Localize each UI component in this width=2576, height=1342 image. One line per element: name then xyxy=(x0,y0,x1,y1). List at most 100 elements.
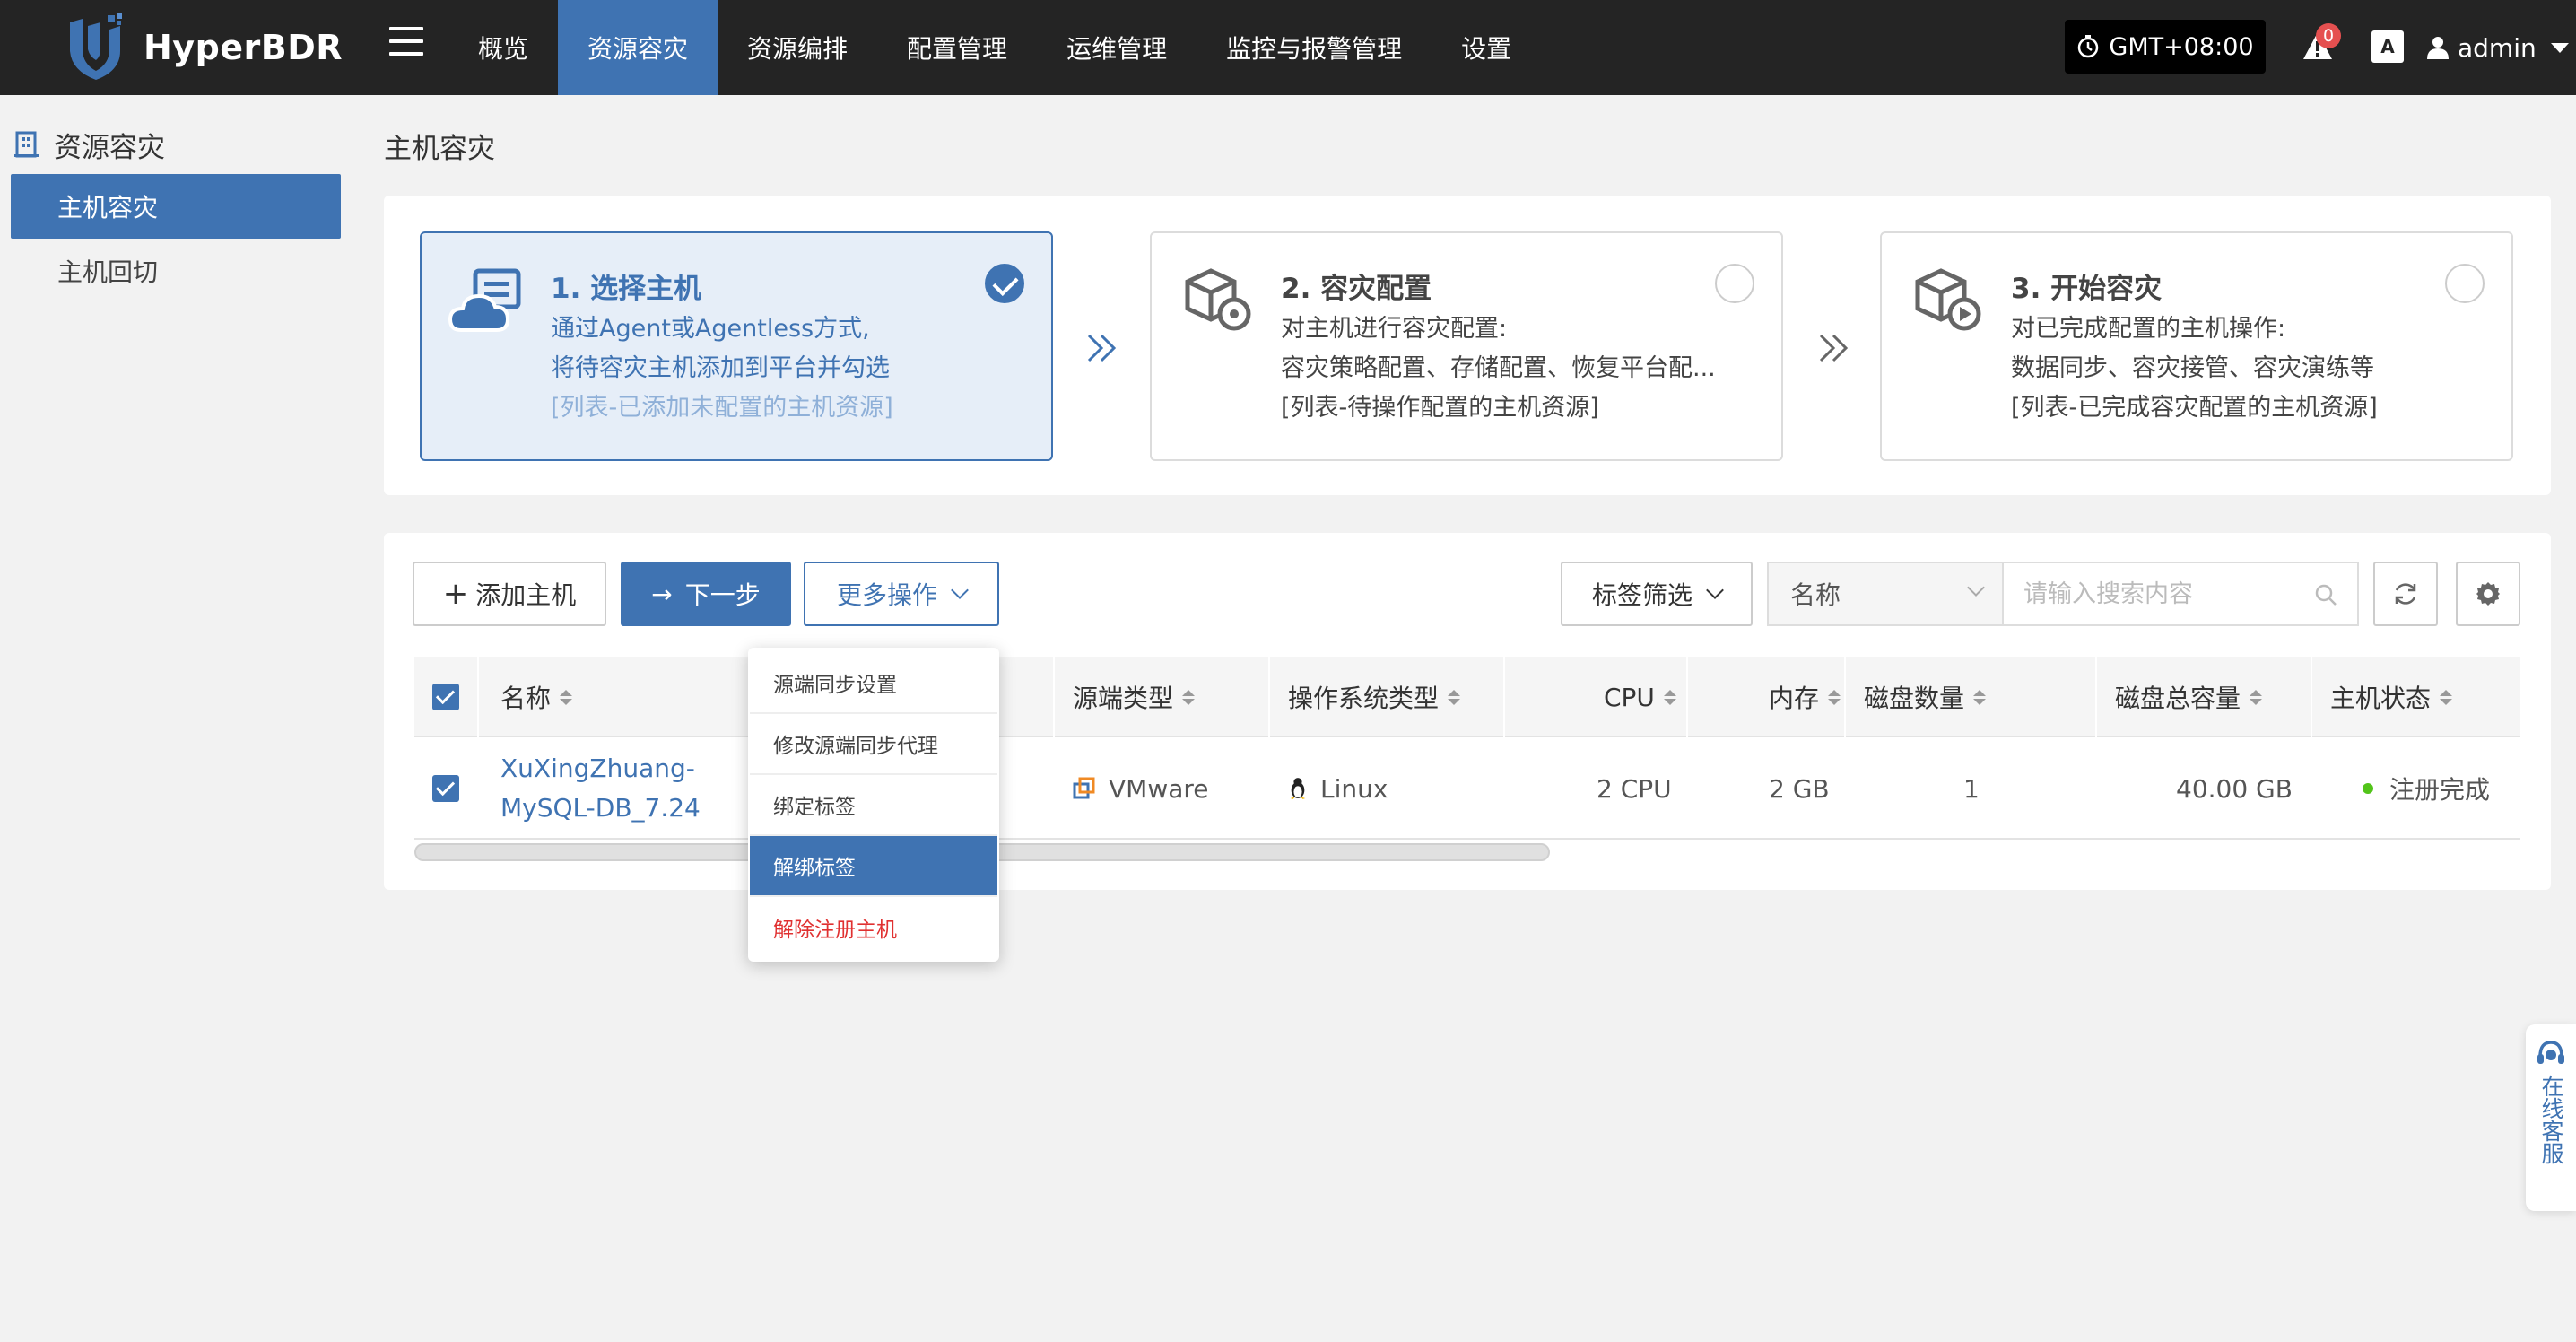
app-logo[interactable]: HyperBDR xyxy=(65,13,343,83)
app-name: HyperBDR xyxy=(144,28,344,67)
column-memory-label: 内存 xyxy=(1769,684,1820,713)
next-step-button[interactable]: → 下一步 xyxy=(621,562,791,626)
select-all-checkbox[interactable] xyxy=(432,684,459,710)
step-2-line-1: 对主机进行容灾配置: xyxy=(1281,315,1508,343)
table-row[interactable]: XuXingZhuang-MySQL-DB_7.24 VMware Linux … xyxy=(414,737,2520,840)
more-actions-button[interactable]: 更多操作 xyxy=(804,562,999,626)
nav-item-monitoring[interactable]: 监控与报警管理 xyxy=(1197,0,1432,95)
tag-filter-button[interactable]: 标签筛选 xyxy=(1561,562,1753,626)
online-service-button[interactable]: 在线客服 xyxy=(2526,1024,2576,1211)
step-dr-config[interactable]: 2. 容灾配置 对主机进行容灾配置: 容灾策略配置、存储配置、恢复平台配... … xyxy=(1150,231,1783,461)
menu-item-unregister-host[interactable]: 解除注册主机 xyxy=(750,897,997,958)
step-1-check-icon xyxy=(985,264,1024,303)
settings-button[interactable] xyxy=(2456,562,2520,626)
column-disk-count-label: 磁盘数量 xyxy=(1864,684,1965,713)
host-table-panel: + 添加主机 → 下一步 更多操作 标签筛选 名称 名称 源端类型 操作系统类型… xyxy=(384,533,2551,890)
column-status-label: 主机状态 xyxy=(2330,684,2432,713)
nav-item-resource-dr[interactable]: 资源容灾 xyxy=(558,0,718,95)
menu-item-unbind-tag[interactable]: 解绑标签 xyxy=(750,836,997,897)
translate-icon[interactable]: A xyxy=(2371,30,2404,63)
step-3-line-3: [列表-已完成容灾配置的主机资源] xyxy=(2011,394,2378,422)
chevron-down-icon xyxy=(1967,579,1985,597)
column-header-name[interactable]: 名称 xyxy=(500,657,573,737)
column-disk-total-label: 磁盘总容量 xyxy=(2115,684,2241,713)
host-name-link[interactable]: XuXingZhuang-MySQL-DB_7.24 xyxy=(500,737,761,840)
top-navigation-bar: HyperBDR 概览 资源容灾 资源编排 配置管理 运维管理 监控与报警管理 … xyxy=(0,0,2576,95)
column-header-disk-count[interactable]: 磁盘数量 xyxy=(1864,657,1987,737)
column-os-type-label: 操作系统类型 xyxy=(1288,684,1440,713)
sort-icon xyxy=(1828,689,1841,705)
sidebar-item-host-dr[interactable]: 主机容灾 xyxy=(11,174,341,239)
online-service-label: 在线客服 xyxy=(2538,1075,2564,1164)
sort-icon xyxy=(1973,689,1987,705)
arrow-right-icon: → xyxy=(651,579,673,609)
chevron-down-icon xyxy=(951,581,969,599)
column-name-label: 名称 xyxy=(500,684,552,713)
shield-logo-icon xyxy=(70,13,122,80)
disk-count-cell: 1 xyxy=(1963,773,1980,804)
step-3-title: 3. 开始容灾 xyxy=(2011,273,2163,305)
double-chevron-right-icon xyxy=(1819,334,1849,362)
tag-filter-label: 标签筛选 xyxy=(1591,580,1693,610)
source-type-value: VMware xyxy=(1109,773,1209,804)
refresh-button[interactable] xyxy=(2373,562,2438,626)
status-dot-icon xyxy=(2363,783,2373,794)
menu-item-bind-tag[interactable]: 绑定标签 xyxy=(750,775,997,836)
building-icon xyxy=(14,131,39,158)
steps-panel: 1. 选择主机 通过Agent或Agentless方式, 将待容灾主机添加到平台… xyxy=(384,196,2551,495)
search-field-value: 名称 xyxy=(1790,580,1841,610)
column-header-os-type[interactable]: 操作系统类型 xyxy=(1288,657,1461,737)
alert-count-badge: 0 xyxy=(2316,23,2341,48)
more-actions-label: 更多操作 xyxy=(836,580,937,610)
sort-icon xyxy=(1182,689,1196,705)
menu-item-modify-sync-proxy[interactable]: 修改源端同步代理 xyxy=(750,714,997,775)
headset-icon xyxy=(2537,1041,2564,1064)
timezone-label: GMT+08:00 xyxy=(2109,32,2254,61)
status-value: 注册完成 xyxy=(2389,775,2491,805)
timezone-display[interactable]: GMT+08:00 xyxy=(2065,20,2266,74)
row-checkbox[interactable] xyxy=(432,775,459,802)
step-select-host[interactable]: 1. 选择主机 通过Agent或Agentless方式, 将待容灾主机添加到平台… xyxy=(420,231,1053,461)
nav-item-orchestration[interactable]: 资源编排 xyxy=(718,0,877,95)
caret-down-icon xyxy=(2550,42,2569,53)
add-host-button[interactable]: + 添加主机 xyxy=(413,562,606,626)
column-header-source-type[interactable]: 源端类型 xyxy=(1073,657,1196,737)
gear-icon xyxy=(2476,582,2500,606)
vmware-icon xyxy=(1073,777,1095,799)
menu-item-source-sync-settings[interactable]: 源端同步设置 xyxy=(750,653,997,714)
nav-item-ops[interactable]: 运维管理 xyxy=(1037,0,1197,95)
chevron-down-icon xyxy=(1706,581,1724,599)
next-step-label: 下一步 xyxy=(684,580,761,610)
nav-item-overview[interactable]: 概览 xyxy=(448,0,558,95)
nav-item-config[interactable]: 配置管理 xyxy=(877,0,1037,95)
sidebar-item-host-failback[interactable]: 主机回切 xyxy=(11,239,341,303)
memory-cell: 2 GB xyxy=(1769,773,1830,804)
step-1-line-2: 将待容灾主机添加到平台并勾选 xyxy=(551,354,890,382)
add-host-label: 添加主机 xyxy=(475,580,577,610)
menu-toggle-icon[interactable] xyxy=(389,27,423,59)
column-source-type-label: 源端类型 xyxy=(1073,684,1174,713)
search-field-select[interactable]: 名称 xyxy=(1767,562,2002,626)
sort-icon xyxy=(2250,689,2263,705)
search-input[interactable] xyxy=(2004,563,2291,624)
column-header-memory[interactable]: 内存 xyxy=(1769,657,1841,737)
os-cell: Linux xyxy=(1288,737,1388,840)
column-header-cpu[interactable]: CPU xyxy=(1604,657,1676,737)
step-start-dr[interactable]: 3. 开始容灾 对已完成配置的主机操作: 数据同步、容灾接管、容灾演练等 [列表… xyxy=(1880,231,2513,461)
linux-icon xyxy=(1290,778,1306,799)
column-cpu-label: CPU xyxy=(1604,682,1655,712)
sort-icon xyxy=(2440,689,2453,705)
nav-item-settings[interactable]: 设置 xyxy=(1432,0,1541,95)
username: admin xyxy=(2458,32,2537,63)
source-type-cell: VMware xyxy=(1073,737,1209,840)
box-gear-icon xyxy=(1185,268,1251,331)
page-title: 主机容灾 xyxy=(384,133,495,165)
sort-icon xyxy=(1448,689,1461,705)
refresh-icon xyxy=(2395,583,2416,605)
column-header-status[interactable]: 主机状态 xyxy=(2330,657,2453,737)
clock-icon xyxy=(2078,35,2099,58)
column-header-disk-total[interactable]: 磁盘总容量 xyxy=(2115,657,2263,737)
step-2-line-2: 容灾策略配置、存储配置、恢复平台配... xyxy=(1281,354,1716,382)
search-icon[interactable] xyxy=(2314,583,2337,606)
user-menu[interactable]: admin xyxy=(2427,0,2569,95)
